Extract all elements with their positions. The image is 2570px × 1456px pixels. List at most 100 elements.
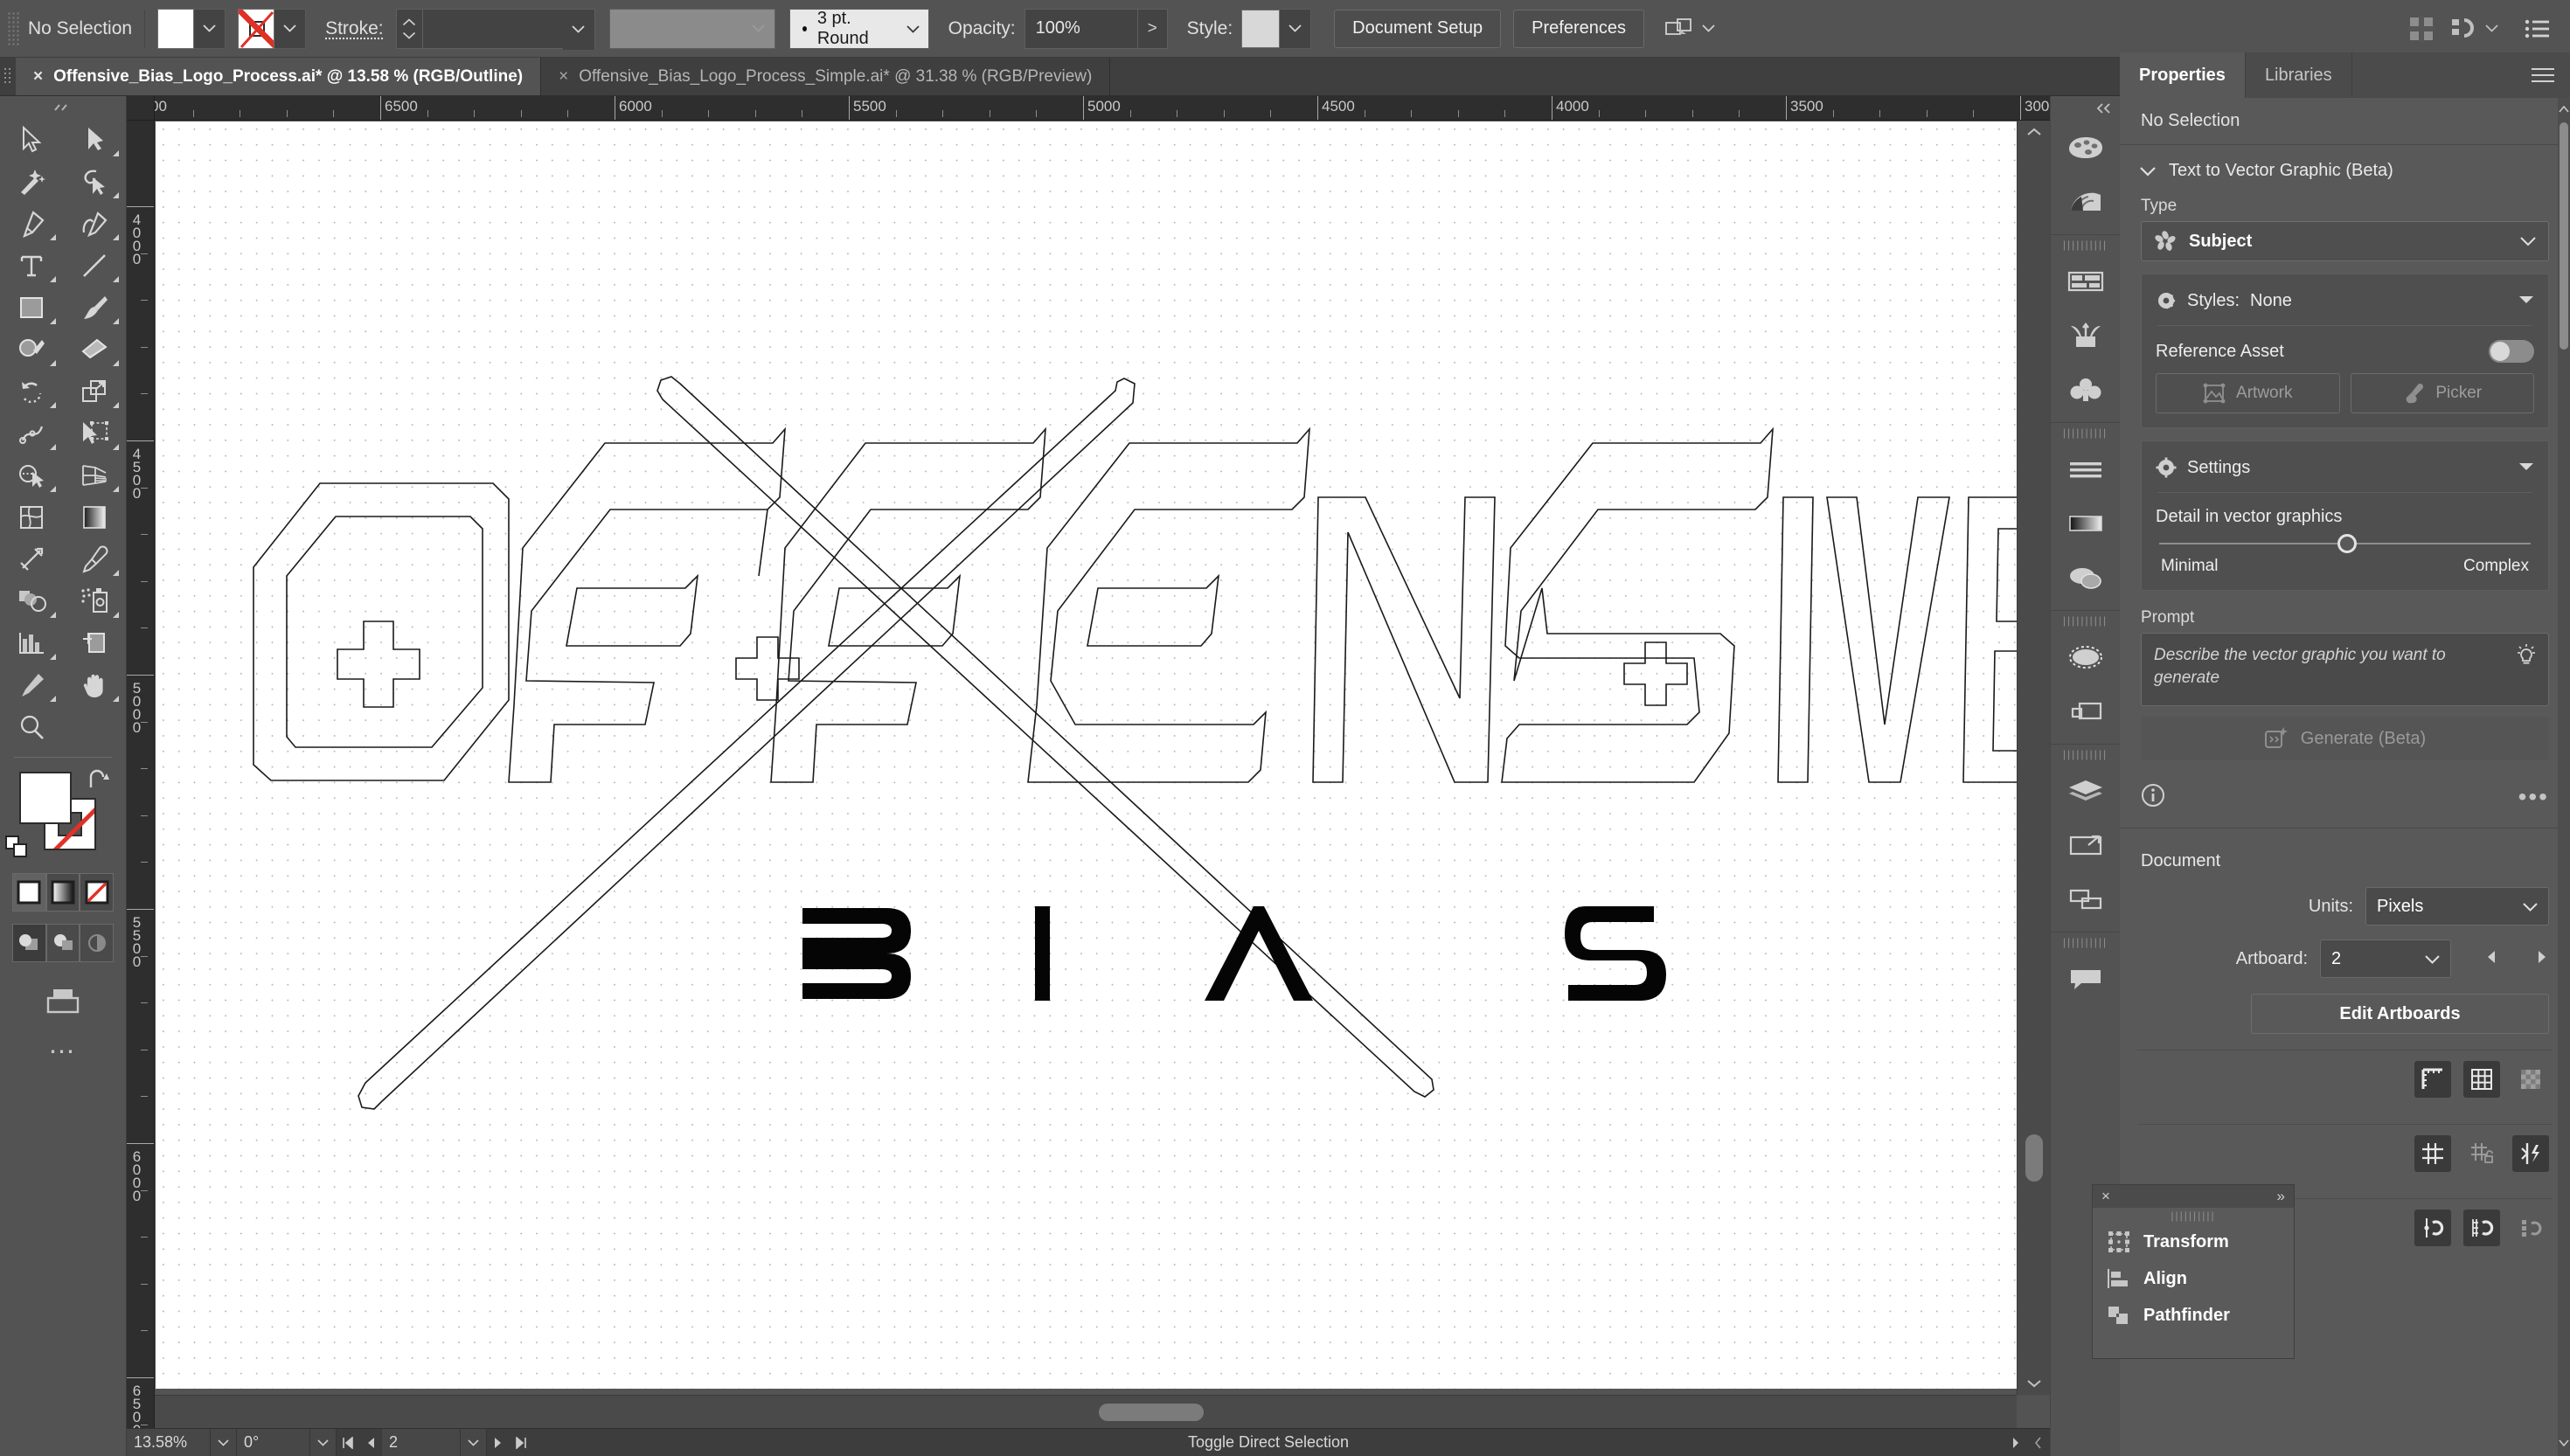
- fill-swatch[interactable]: [157, 8, 195, 49]
- stroke-weight-value[interactable]: [423, 10, 563, 48]
- units-select[interactable]: Pixels: [2365, 887, 2549, 926]
- stroke-weight-field[interactable]: [395, 8, 595, 50]
- artboards-panel-icon[interactable]: [2051, 818, 2120, 872]
- shape-builder-tool[interactable]: [0, 454, 63, 496]
- dock-grip[interactable]: ||||||||||: [2051, 745, 2120, 764]
- draw-inside-button[interactable]: [80, 924, 115, 962]
- type-tool[interactable]: [0, 245, 63, 287]
- align-icon[interactable]: [2408, 15, 2435, 42]
- free-transform-tool[interactable]: [63, 413, 126, 454]
- more-options-button[interactable]: •••: [2518, 785, 2549, 809]
- horizontal-scroll-thumb[interactable]: [1099, 1404, 1204, 1421]
- horizontal-ruler[interactable]: 00 6500 6000 5500 5000 4500 4000 3500 3000: [155, 96, 2050, 121]
- scroll-down-button[interactable]: [2018, 1372, 2051, 1395]
- previous-artboard-button[interactable]: [359, 1437, 382, 1449]
- prompt-input[interactable]: Describe the vector graphic you want to …: [2141, 633, 2549, 706]
- line-segment-tool[interactable]: [63, 245, 126, 287]
- chevron-down-icon[interactable]: [2520, 232, 2536, 252]
- next-artboard-button[interactable]: [487, 1437, 510, 1449]
- last-artboard-button[interactable]: [510, 1436, 532, 1449]
- rotation-dropdown-button[interactable]: [310, 1428, 337, 1456]
- dock-grip[interactable]: ||||||||||: [2051, 423, 2120, 442]
- comments-panel-icon[interactable]: [2051, 952, 2120, 1006]
- close-icon[interactable]: ×: [33, 67, 43, 87]
- artboard-select[interactable]: 2: [2320, 939, 2451, 978]
- previous-artboard-icon[interactable]: [2484, 949, 2498, 969]
- horizontal-scrollbar[interactable]: [155, 1395, 2017, 1428]
- pathfinder-panel-item[interactable]: Pathfinder: [2093, 1297, 2294, 1334]
- properties-scroll-thumb[interactable]: [2560, 122, 2568, 350]
- dock-collapse-button[interactable]: [2051, 96, 2120, 121]
- artboard-tool[interactable]: [63, 622, 126, 664]
- align-panel-item[interactable]: Align: [2093, 1260, 2294, 1297]
- picker-button[interactable]: Picker: [2350, 373, 2534, 413]
- styles-dropdown-icon[interactable]: [2518, 293, 2534, 309]
- smart-guides-icon[interactable]: [2512, 1135, 2549, 1172]
- status-resize-handle[interactable]: [2027, 1436, 2050, 1449]
- show-guides-icon[interactable]: [2414, 1135, 2451, 1172]
- arrange-dropdown-button[interactable]: [1702, 24, 1715, 32]
- first-artboard-button[interactable]: [337, 1436, 359, 1449]
- preferences-button[interactable]: Preferences: [1513, 9, 1644, 48]
- floating-panel-group[interactable]: × » |||||||||| Transform Align Pathfinde…: [2092, 1184, 2295, 1359]
- magic-wand-tool[interactable]: [0, 161, 63, 203]
- vertical-scroll-thumb[interactable]: [2025, 1134, 2043, 1182]
- artwork-button[interactable]: Artwork: [2156, 373, 2340, 413]
- snap-to-grid-icon[interactable]: [2463, 1210, 2500, 1246]
- opacity-options-button[interactable]: >: [1137, 8, 1168, 49]
- none-mode-button[interactable]: [80, 873, 115, 912]
- control-bar-grip[interactable]: [7, 10, 19, 46]
- scroll-up-button[interactable]: [2558, 101, 2570, 117]
- tab-bar-grip[interactable]: [0, 58, 16, 95]
- column-graph-tool[interactable]: [0, 622, 63, 664]
- layers-panel-icon[interactable]: [2051, 764, 2120, 818]
- draw-behind-button[interactable]: [45, 924, 80, 962]
- width-tool[interactable]: [0, 413, 63, 454]
- puppet-warp-tool[interactable]: [0, 538, 63, 580]
- artboard-canvas[interactable]: [156, 121, 2017, 1389]
- scroll-down-button[interactable]: [2558, 1435, 2570, 1451]
- stroke-swatch-group[interactable]: [238, 8, 307, 49]
- fill-dropdown-button[interactable]: [194, 8, 226, 49]
- color-panel-icon[interactable]: [2051, 121, 2120, 175]
- dock-grip[interactable]: ||||||||||: [2051, 933, 2120, 952]
- scale-tool[interactable]: [63, 371, 126, 413]
- properties-scrollbar[interactable]: [2558, 98, 2570, 1456]
- close-icon[interactable]: ×: [2101, 1188, 2110, 1205]
- color-guide-panel-icon[interactable]: [2051, 175, 2120, 229]
- selection-tool[interactable]: [0, 119, 63, 161]
- text-to-vector-section-header[interactable]: Text to Vector Graphic (Beta): [2120, 145, 2570, 188]
- styles-row[interactable]: Styles: None: [2142, 285, 2548, 316]
- lock-guides-icon[interactable]: [2463, 1135, 2500, 1172]
- edit-toolbar-button[interactable]: ⋯: [0, 1039, 126, 1065]
- status-text[interactable]: Toggle Direct Selection: [532, 1433, 2004, 1452]
- opacity-value-field[interactable]: 100%: [1024, 8, 1138, 49]
- chevron-down-icon[interactable]: [2514, 897, 2538, 917]
- snap-to-pixel-icon[interactable]: [2512, 1210, 2549, 1246]
- change-screen-mode-button[interactable]: [0, 987, 126, 1016]
- lasso-tool[interactable]: [63, 161, 126, 203]
- zoom-tool[interactable]: [0, 706, 63, 748]
- pen-tool[interactable]: [0, 203, 63, 245]
- gradient-tool[interactable]: [63, 496, 126, 538]
- generate-button[interactable]: Generate (Beta): [2141, 717, 2549, 760]
- appearance-panel-icon[interactable]: [2051, 630, 2120, 684]
- transparency-grid-icon[interactable]: [2512, 1061, 2549, 1098]
- perspective-grid-tool[interactable]: [63, 454, 126, 496]
- detail-slider[interactable]: Minimal Complex: [2142, 529, 2548, 576]
- stroke-weight-stepper[interactable]: [397, 9, 423, 48]
- symbols-panel-icon[interactable]: [2051, 363, 2120, 417]
- ruler-corner[interactable]: [127, 96, 155, 121]
- vertical-scrollbar[interactable]: [2017, 121, 2050, 1395]
- stroke-swatch-none[interactable]: [238, 8, 275, 49]
- document-setup-button[interactable]: Document Setup: [1334, 9, 1502, 48]
- rectangle-tool[interactable]: [0, 287, 63, 329]
- show-grid-icon[interactable]: [2463, 1061, 2500, 1098]
- fill-swatch-group[interactable]: [157, 8, 226, 49]
- status-menu-button[interactable]: [2004, 1437, 2027, 1449]
- brush-definition-field[interactable]: 3 pt. Round: [788, 8, 929, 49]
- snap-dropdown-button[interactable]: [2485, 24, 2498, 32]
- brush-dropdown[interactable]: [906, 18, 928, 38]
- blend-tool[interactable]: [0, 580, 63, 622]
- vertical-ruler[interactable]: 4000 4500 5000 5500 6000 6500: [127, 121, 155, 1428]
